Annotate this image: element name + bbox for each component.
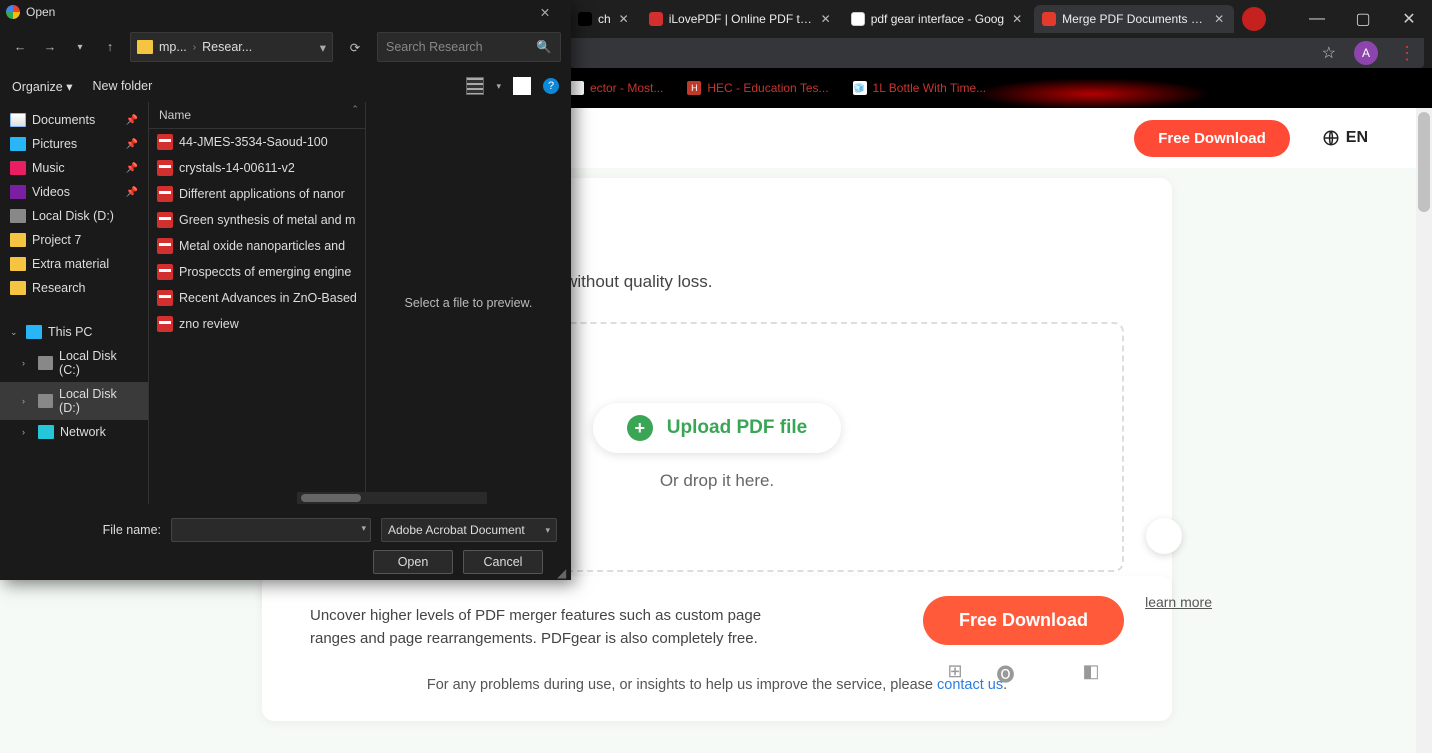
column-header-name[interactable]: Name⌃ <box>149 102 365 129</box>
close-window-button[interactable]: ✕ <box>1386 0 1432 38</box>
cancel-button[interactable]: Cancel <box>463 550 543 574</box>
file-row[interactable]: Prospeccts of emerging engine <box>149 259 365 285</box>
resize-grip[interactable]: ◢ <box>557 566 569 578</box>
tree-item[interactable]: Documents📌 <box>0 108 148 132</box>
tree-this-pc[interactable]: ⌄This PC <box>0 320 148 344</box>
bookmark-star-icon[interactable]: ☆ <box>1322 43 1336 63</box>
breadcrumb-path[interactable]: mp... › Resear... ▾ <box>130 32 333 62</box>
pdf-icon <box>157 160 173 176</box>
maximize-button[interactable]: ▢ <box>1340 0 1386 38</box>
pin-icon: 📌 <box>126 163 138 174</box>
preview-pane-button[interactable] <box>513 77 531 95</box>
side-handle[interactable] <box>1146 518 1182 554</box>
pin-icon: 📌 <box>126 187 138 198</box>
chevron-down-icon[interactable]: ▾ <box>320 40 326 55</box>
search-input[interactable]: Search Research 🔍 <box>377 32 561 62</box>
file-row[interactable]: Green synthesis of metal and m <box>149 207 365 233</box>
pdf-icon <box>157 186 173 202</box>
file-row[interactable]: Different applications of nanor <box>149 181 365 207</box>
file-row[interactable]: crystals-14-00611-v2 <box>149 155 365 181</box>
tree-item[interactable]: Local Disk (D:) <box>0 204 148 228</box>
chrome-icon <box>6 5 20 19</box>
tree-item[interactable]: Project 7 <box>0 228 148 252</box>
back-button[interactable]: ← <box>10 40 30 54</box>
learn-more-link[interactable]: learn more <box>1145 594 1212 610</box>
tree-drive[interactable]: ›Local Disk (D:) <box>0 382 148 420</box>
forward-button[interactable]: → <box>40 40 60 54</box>
close-icon[interactable]: ✕ <box>1212 12 1226 26</box>
address-bar[interactable]: ☆ A ⋮ <box>570 38 1424 68</box>
chevron-down-icon[interactable]: ▾ <box>361 523 366 534</box>
help-icon[interactable]: ? <box>543 78 559 94</box>
kebab-menu-icon[interactable]: ⋮ <box>1398 43 1416 64</box>
promo-text: Uncover higher levels of PDF merger feat… <box>310 604 790 651</box>
filename-label: File name: <box>14 523 161 537</box>
pdf-icon <box>157 316 173 332</box>
platform-icons: ⊞ 🅞 ◧ <box>947 661 1099 687</box>
pdf-icon <box>157 212 173 228</box>
language-switch[interactable]: EN <box>1322 129 1368 147</box>
free-download-button[interactable]: Free Download <box>1134 120 1290 157</box>
file-row[interactable]: 44-JMES-3534-Saoud-100 <box>149 129 365 155</box>
view-mode-button[interactable] <box>466 77 484 95</box>
pdf-icon <box>157 290 173 306</box>
bookmark-item[interactable]: ector - Most... <box>570 81 663 95</box>
tab-0[interactable]: ch✕ <box>570 5 639 33</box>
search-icon: 🔍 <box>536 40 552 55</box>
profile-avatar[interactable]: A <box>1354 41 1378 65</box>
macos-icon: 🅞 <box>997 661 1015 687</box>
plus-icon: + <box>627 415 653 441</box>
file-row[interactable]: zno review <box>149 311 365 337</box>
page-scrollbar[interactable] <box>1416 108 1432 753</box>
promo-card: Uncover higher levels of PDF merger feat… <box>262 576 1172 721</box>
nav-tree: Documents📌Pictures📌Music📌Videos📌Local Di… <box>0 102 148 504</box>
minimize-button[interactable]: — <box>1294 0 1340 38</box>
tree-item[interactable]: Extra material <box>0 252 148 276</box>
close-icon[interactable]: ✕ <box>1010 12 1024 26</box>
tree-drive[interactable]: ›Local Disk (C:) <box>0 344 148 382</box>
pin-icon: 📌 <box>126 115 138 126</box>
bookmark-item[interactable]: HHEC - Education Tes... <box>687 81 828 95</box>
upload-button[interactable]: + Upload PDF file <box>593 403 841 453</box>
pdf-icon <box>157 238 173 254</box>
file-list: Name⌃ 44-JMES-3534-Saoud-100crystals-14-… <box>148 102 365 504</box>
pin-icon: 📌 <box>126 139 138 150</box>
refresh-button[interactable]: ⟳ <box>343 40 367 55</box>
windows-icon: ⊞ <box>947 661 962 687</box>
tab-1[interactable]: iLovePDF | Online PDF too✕ <box>641 5 841 33</box>
android-icon: ◧ <box>1083 661 1100 687</box>
new-folder-button[interactable]: New folder <box>92 79 152 93</box>
recent-dropdown[interactable]: ▾ <box>70 42 90 53</box>
tree-item[interactable]: Pictures📌 <box>0 132 148 156</box>
tree-network[interactable]: ›Network <box>0 420 148 444</box>
tree-item[interactable]: Music📌 <box>0 156 148 180</box>
open-button[interactable]: Open <box>373 550 453 574</box>
preview-pane: Select a file to preview. <box>365 102 571 504</box>
globe-icon <box>1322 129 1340 147</box>
new-tab-button[interactable] <box>1242 7 1266 31</box>
filename-input[interactable]: ▾ <box>171 518 371 542</box>
file-open-dialog: Open ✕ ← → ▾ ↑ mp... › Resear... ▾ ⟳ Sea… <box>0 0 571 580</box>
filetype-select[interactable]: Adobe Acrobat Document▾ <box>381 518 557 542</box>
tab-3[interactable]: Merge PDF Documents On✕ <box>1034 5 1234 33</box>
dialog-close-button[interactable]: ✕ <box>525 5 565 20</box>
bookmark-item[interactable]: 🧊1L Bottle With Time... <box>853 81 987 95</box>
tree-item[interactable]: Research <box>0 276 148 300</box>
tree-item[interactable]: Videos📌 <box>0 180 148 204</box>
organize-menu[interactable]: Organize ▾ <box>12 79 72 94</box>
dialog-title: Open <box>26 5 525 19</box>
pdf-icon <box>157 134 173 150</box>
free-download-button-large[interactable]: Free Download <box>923 596 1124 645</box>
pdf-icon <box>157 264 173 280</box>
close-icon[interactable]: ✕ <box>819 12 833 26</box>
file-row[interactable]: Recent Advances in ZnO-Based <box>149 285 365 311</box>
tab-2[interactable]: pdf gear interface - Goog✕ <box>843 5 1032 33</box>
window-controls: — ▢ ✕ <box>1294 0 1432 38</box>
drop-hint: Or drop it here. <box>660 471 774 491</box>
file-row[interactable]: Metal oxide nanoparticles and <box>149 233 365 259</box>
up-button[interactable]: ↑ <box>100 40 120 54</box>
close-icon[interactable]: ✕ <box>617 12 631 26</box>
folder-icon <box>137 40 153 54</box>
horizontal-scrollbar[interactable] <box>297 492 487 504</box>
